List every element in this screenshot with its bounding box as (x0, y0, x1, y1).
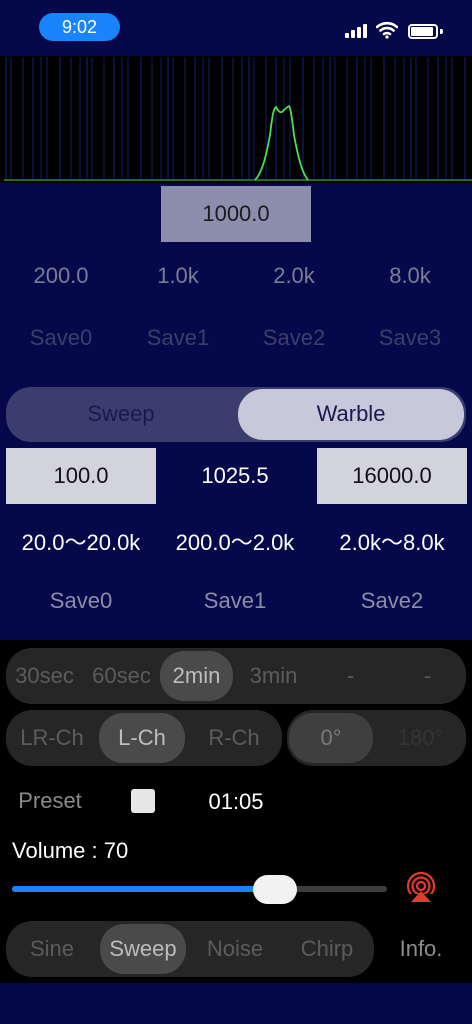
channel-option-lr[interactable]: LR-Ch (6, 725, 98, 751)
waveform-option-sweep[interactable]: Sweep (97, 936, 189, 962)
waveform-option-noise[interactable]: Noise (189, 936, 281, 962)
battery-icon (408, 24, 443, 39)
spectrum-display (0, 57, 472, 183)
range-save-2[interactable]: Save2 (317, 588, 467, 614)
info-button[interactable]: Info. (386, 936, 456, 962)
range-save-0[interactable]: Save0 (6, 588, 156, 614)
tone-preset-200[interactable]: 200.0 (11, 263, 111, 289)
status-time: 9:02 (39, 13, 120, 41)
signal-icon (345, 24, 369, 38)
sweep-start-input[interactable]: 100.0 (6, 448, 156, 504)
tone-save-2[interactable]: Save2 (244, 325, 344, 351)
airplay-icon[interactable] (405, 872, 437, 904)
preset-checkbox[interactable] (131, 789, 155, 813)
tone-preset-8k[interactable]: 8.0k (360, 263, 460, 289)
duration-option-3min[interactable]: 3min (235, 663, 312, 689)
tone-save-3[interactable]: Save3 (360, 325, 460, 351)
sweep-current-frequency: 1025.5 (201, 463, 269, 488)
status-bar: 9:02 (0, 0, 472, 56)
duration-option-60sec[interactable]: 60sec (83, 663, 160, 689)
tone-save-0[interactable]: Save0 (11, 325, 111, 351)
waveform-option-sine[interactable]: Sine (6, 936, 98, 962)
duration-option-30sec[interactable]: 30sec (6, 663, 83, 689)
volume-label: Volume : 70 (12, 838, 129, 863)
range-save-1[interactable]: Save1 (160, 588, 310, 614)
elapsed-time: 01:05 (208, 789, 264, 814)
phase-option-180[interactable]: 180° (375, 725, 466, 751)
volume-slider-thumb[interactable] (252, 875, 297, 904)
duration-option-empty-2[interactable]: - (389, 663, 466, 689)
sweep-end-input[interactable]: 16000.0 (317, 448, 467, 504)
tone-save-1[interactable]: Save1 (128, 325, 228, 351)
bottom-bar (0, 983, 472, 1024)
channel-option-l[interactable]: L-Ch (96, 725, 188, 751)
range-preset-0[interactable]: 20.0〜20.0k (6, 525, 156, 557)
tone-preset-1k[interactable]: 1.0k (128, 263, 228, 289)
volume-slider-fill (12, 886, 275, 892)
tone-preset-2k[interactable]: 2.0k (244, 263, 344, 289)
duration-option-2min[interactable]: 2min (158, 663, 235, 689)
mode-option-warble[interactable]: Warble (238, 401, 464, 427)
phase-option-0[interactable]: 0° (287, 725, 375, 751)
duration-option-empty-1[interactable]: - (312, 663, 389, 689)
frequency-input[interactable]: 1000.0 (161, 186, 311, 242)
range-preset-1[interactable]: 200.0〜2.0k (160, 525, 310, 557)
wifi-icon (376, 21, 398, 39)
preset-label: Preset (18, 788, 82, 813)
range-preset-2[interactable]: 2.0k〜8.0k (317, 525, 467, 557)
mode-option-sweep[interactable]: Sweep (6, 401, 236, 427)
waveform-option-chirp[interactable]: Chirp (281, 936, 373, 962)
channel-option-r[interactable]: R-Ch (188, 725, 280, 751)
volume-slider-track[interactable] (12, 886, 387, 892)
